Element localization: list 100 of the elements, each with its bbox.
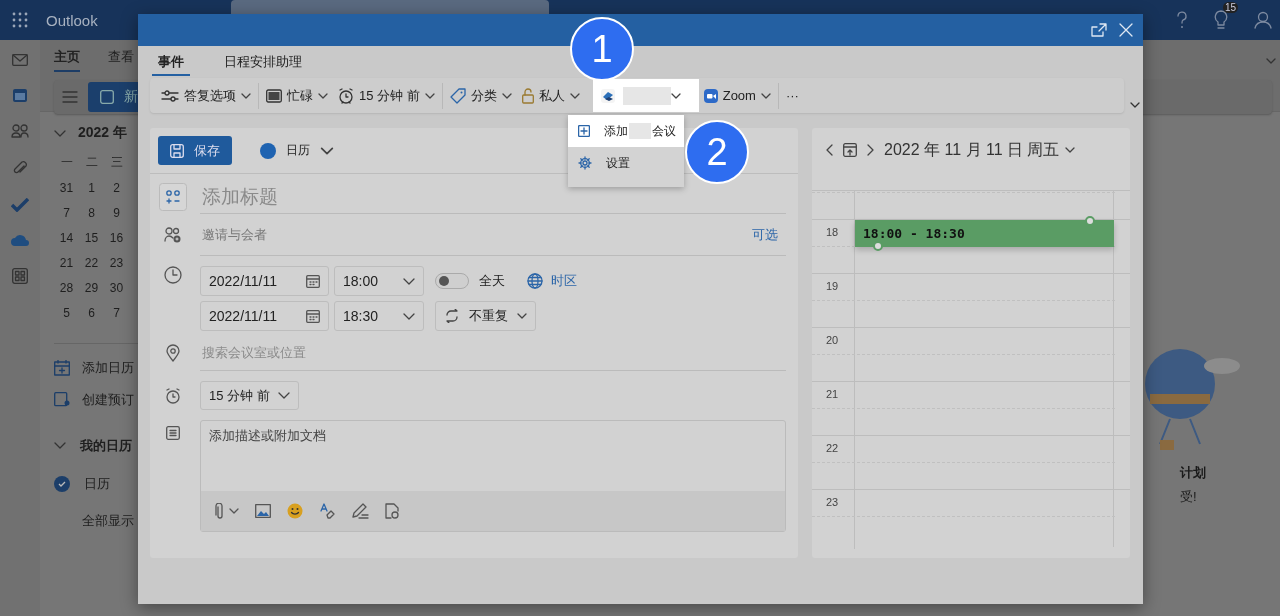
show-all-link[interactable]: 全部显示: [82, 512, 134, 530]
attendees-field[interactable]: 邀请与会者: [200, 226, 500, 243]
calendar-day[interactable]: 29: [79, 280, 104, 295]
pen-icon[interactable]: [351, 503, 369, 519]
toolbar-button[interactable]: 分类: [444, 80, 517, 111]
time-dropdown[interactable]: 18:00: [334, 266, 424, 296]
apps-icon[interactable]: [12, 268, 28, 284]
calendar-day[interactable]: 7: [104, 305, 129, 320]
mail-icon[interactable]: [12, 54, 28, 66]
reminder-dropdown[interactable]: 15 分钟 前: [200, 381, 299, 410]
chevron-down-icon: [424, 92, 435, 99]
ribbon-tab[interactable]: 查看: [108, 46, 134, 72]
toolbar-button[interactable]: 15 分钟 前: [333, 80, 440, 111]
calendar-day[interactable]: 6: [79, 305, 104, 320]
chevron-left-icon[interactable]: [826, 144, 833, 156]
resize-handle[interactable]: [1085, 216, 1095, 226]
time-slot[interactable]: 18:00 - 18:30: [855, 220, 1114, 273]
calendar-picker[interactable]: 日历: [286, 142, 310, 159]
calendar-day[interactable]: 7: [54, 205, 79, 220]
weekday-label: 二: [84, 154, 99, 171]
chevron-down-icon[interactable]: [1065, 147, 1076, 153]
calendar-day[interactable]: 16: [104, 230, 129, 245]
toggle-label: 全天: [479, 272, 505, 290]
sidebar-link[interactable]: 添加日历: [82, 359, 134, 377]
cloud-icon[interactable]: [11, 234, 29, 246]
smiley-icon[interactable]: [287, 503, 303, 519]
chevron-down-icon: [403, 277, 415, 285]
paperclip-icon[interactable]: [215, 503, 225, 519]
close-icon[interactable]: [1119, 23, 1133, 37]
toolbar-button[interactable]: 私人: [516, 80, 585, 111]
checkmark-icon[interactable]: [11, 198, 29, 212]
chevron-down-icon: [278, 392, 290, 399]
toolbar-button[interactable]: [592, 79, 699, 112]
lightbulb-icon[interactable]: [1214, 10, 1228, 30]
calendar-day[interactable]: 9: [104, 205, 129, 220]
people-icon[interactable]: [11, 124, 29, 138]
repeat-dropdown[interactable]: 不重复: [435, 301, 536, 331]
calendar-checkbox[interactable]: [54, 476, 70, 492]
calendar-day[interactable]: 30: [104, 280, 129, 295]
account-icon[interactable]: [1254, 11, 1272, 29]
calendar-day[interactable]: 1: [79, 180, 104, 195]
calendar-day[interactable]: 23: [104, 255, 129, 270]
video-camera-icon: [703, 88, 718, 103]
chevron-down-icon: [229, 508, 239, 514]
template-icon[interactable]: [159, 183, 187, 211]
checkmark-icon: [58, 481, 66, 487]
calendar-add-icon[interactable]: [54, 360, 70, 376]
dialog-tab[interactable]: 事件: [152, 52, 190, 76]
sidebar-link[interactable]: 创建预订: [82, 391, 134, 409]
menu-icon[interactable]: [62, 91, 78, 103]
notes-icon: [166, 426, 180, 440]
format-eraser-icon[interactable]: [319, 503, 335, 519]
ribbon-tab[interactable]: 主页: [54, 46, 80, 72]
app-launcher-icon[interactable]: [12, 12, 28, 28]
date-title[interactable]: 2022 年 11 月 11 日 周五: [884, 139, 1060, 161]
calendar-day[interactable]: 5: [54, 305, 79, 320]
description-field[interactable]: 添加描述或附加文档: [200, 420, 786, 532]
toggle-switch[interactable]: [435, 273, 469, 289]
time-zone-link[interactable]: 时区: [551, 272, 577, 290]
group-title[interactable]: 我的日历: [80, 437, 132, 455]
empty-state-text: 受!: [1180, 488, 1197, 506]
calendar-day[interactable]: 28: [54, 280, 79, 295]
toolbar-button[interactable]: 忙碌: [261, 80, 333, 111]
chevron-right-icon[interactable]: [867, 144, 874, 156]
dialog-tab[interactable]: 日程安排助理: [218, 52, 308, 76]
chevron-down-icon[interactable]: [1130, 102, 1140, 108]
image-icon[interactable]: [255, 504, 271, 518]
menu-item[interactable]: 设置: [568, 147, 684, 179]
alarm-clock-icon: [338, 87, 354, 104]
resize-handle[interactable]: [873, 241, 883, 251]
time-dropdown[interactable]: 18:30: [334, 301, 424, 331]
calendar-day[interactable]: 14: [54, 230, 79, 245]
document-clock-icon[interactable]: [385, 503, 399, 519]
toolbar-button[interactable]: Zoom: [698, 80, 776, 111]
help-icon[interactable]: [1176, 11, 1188, 29]
menu-item[interactable]: 添加 会议: [568, 115, 684, 147]
toolbar-button[interactable]: 答复选项: [156, 80, 256, 111]
location-pin-icon: [166, 344, 180, 362]
paperclip-icon[interactable]: [13, 160, 27, 176]
more-button[interactable]: ···: [780, 80, 804, 111]
event-block[interactable]: 18:00 - 18:30: [855, 220, 1114, 247]
location-field[interactable]: 搜索会议室或位置: [200, 335, 786, 371]
empty-state-title: 计划: [1180, 464, 1206, 482]
calendar-day[interactable]: 22: [79, 255, 104, 270]
hour-label: 21: [812, 382, 855, 435]
calendar-day[interactable]: 21: [54, 255, 79, 270]
optional-link[interactable]: 可选: [752, 225, 778, 244]
calendar-day[interactable]: 2: [104, 180, 129, 195]
pop-out-icon[interactable]: [1091, 23, 1107, 37]
chevron-down-icon: [501, 92, 512, 99]
calendar-day[interactable]: 15: [79, 230, 104, 245]
calendar-day[interactable]: 8: [79, 205, 104, 220]
calendar-day[interactable]: 31: [54, 180, 79, 195]
today-icon[interactable]: [843, 143, 857, 157]
date-field[interactable]: 2022/11/11: [200, 301, 329, 331]
weekday-label: 三: [109, 154, 124, 171]
calendar-icon[interactable]: [13, 88, 27, 102]
date-field[interactable]: 2022/11/11: [200, 266, 329, 296]
save-button[interactable]: 保存: [158, 136, 232, 165]
description-input[interactable]: 添加描述或附加文档: [201, 421, 785, 491]
